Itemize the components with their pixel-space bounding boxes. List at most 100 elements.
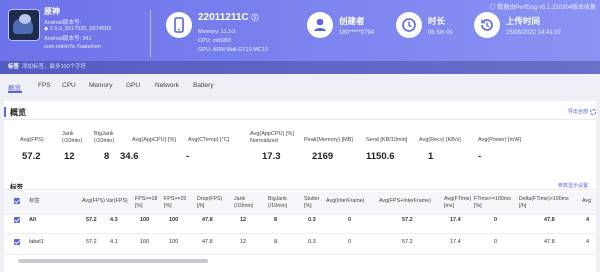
metric-value: 8 [104, 151, 110, 162]
metric-label: Peak(Memory) [MB] [304, 137, 353, 143]
table-cell: All [29, 217, 37, 223]
tab-gpu[interactable]: GPU [126, 82, 140, 89]
table-cell: 47.8 [544, 239, 555, 245]
column-header: Avg(InterFrame) [326, 198, 365, 204]
table-cell: 0 [494, 217, 498, 223]
metric-label: Avg(CTemp) [°C] [188, 137, 230, 143]
overview-title: 概览 [10, 108, 26, 117]
metric-value: 1 [428, 151, 434, 162]
column-header: Var(FPS) [106, 198, 128, 204]
app-name: 原神 [44, 7, 60, 16]
upload-title: 上传时间 [506, 16, 541, 26]
metric-label: Jank (/10min) [62, 131, 83, 144]
table-cell: 8 [274, 217, 278, 223]
column-header: FPS>=18 [%] [135, 196, 158, 209]
table-cell: 100 [140, 239, 150, 245]
device-model: 22011211C ⓘ [198, 12, 259, 23]
table-cell: 17.4 [450, 239, 461, 245]
metric-label: Avg(Recv) [KB/s] [419, 137, 461, 143]
column-header: Delta(FTime)>100ms [/h] [519, 196, 569, 209]
tab-cpu[interactable]: CPU [62, 82, 76, 89]
metric-label: Avg(Power) [mW] [478, 137, 521, 143]
table-cell: 57.2 [402, 217, 413, 223]
duration-value: 0h 5m 0s [428, 30, 453, 36]
tab-battery[interactable]: Battery [193, 82, 214, 89]
table-cell: 100 [140, 217, 150, 223]
row-checkbox[interactable] [14, 239, 20, 245]
export-all-button[interactable]: 导出全部 [568, 108, 588, 115]
table-cell: 100 [169, 217, 179, 223]
tag-bar: 标签 添加标签，最多100个字符 [0, 61, 600, 74]
table-cell: 0 [348, 217, 352, 223]
table-cell: 47.8 [544, 217, 555, 223]
table-cell: 100 [169, 239, 179, 245]
tag-label: 标签 [8, 64, 20, 70]
app-icon [8, 9, 40, 41]
column-header: Avg(FPS) [82, 198, 105, 204]
table-cell: 4.3 [110, 217, 118, 223]
row-divider [4, 254, 596, 255]
table-cell: 57.2 [86, 217, 97, 223]
column-header: FTime>=100ms [%] [474, 196, 511, 209]
table-cell: 47.8 [202, 239, 213, 245]
column-header: Avg [582, 198, 592, 204]
device-memory: Memory: 11.1G [198, 29, 236, 35]
table-cell: 0.3 [308, 217, 316, 223]
table-cell: 57.2 [86, 239, 97, 245]
horizontal-scrollbar[interactable] [18, 259, 208, 263]
app-info-line: Android版本号: 341 [44, 36, 92, 42]
table-cell: 17.4 [450, 217, 461, 223]
creator-title: 创建者 [339, 16, 365, 26]
column-header: Jank (/10min) [234, 196, 254, 209]
overview-panel: 概览 导出全部 Avg(FPS) 57.2 Jank (/10min) 12 B… [4, 101, 596, 272]
column-settings-button[interactable]: 参数显示设置 [558, 182, 588, 189]
metric-label: Avg(AppCPU) [%] [132, 137, 176, 143]
metric-value: - [186, 151, 190, 162]
column-header: BigJank (/10min) [268, 196, 288, 209]
app-info-line: Android版本号: [44, 20, 81, 26]
metric-value: 57.2 [22, 151, 41, 162]
row-divider [4, 233, 596, 234]
column-header: FPS>=25 [%] [164, 196, 187, 209]
creator-value: 180*****9794 [339, 30, 375, 36]
metric-label: Avg(FPS) [20, 137, 44, 143]
table-cell: 4 [586, 217, 590, 223]
table-cell: 0.3 [308, 239, 316, 245]
duration-title: 时长 [428, 16, 446, 26]
metric-value: - [478, 151, 482, 162]
active-tab-indicator [8, 91, 22, 93]
clock-icon [396, 12, 422, 38]
column-header: Drop(FPS) [/h] [197, 196, 223, 209]
tab-bar: 概览 FPS CPU Memory GPU Network Battery [0, 78, 600, 94]
column-header: 标签 [29, 198, 40, 204]
divider [150, 10, 151, 58]
table-cell: 12 [240, 239, 247, 245]
tag-input[interactable]: 添加标签，最多100个字符 [22, 61, 86, 74]
tab-fps[interactable]: FPS [38, 82, 51, 89]
select-all-checkbox[interactable] [14, 198, 20, 204]
version-note: ◎ 数据由PerfDog v5.1.220304版本收集 [489, 5, 596, 11]
metric-label: Avg(AppCPU) [%] Normalized [250, 131, 294, 144]
section-marker [4, 107, 6, 117]
device-cpu: CPU: mt6983 [198, 38, 232, 44]
divider [4, 189, 596, 190]
export-icon[interactable] [590, 109, 596, 115]
report-header: ◎ 数据由PerfDog v5.1.220304版本收集 原神 Android版… [0, 0, 600, 74]
table-cell: 0 [348, 239, 352, 245]
table-cell: 4.1 [110, 239, 118, 245]
info-icon[interactable]: ⓘ [251, 15, 258, 22]
metric-value: 12 [64, 151, 75, 162]
tab-network[interactable]: Network [155, 82, 179, 89]
upload-value: 15/03/2022 14:41:07 [506, 30, 562, 36]
metric-value: 34.6 [120, 151, 139, 162]
metric-label: BigJank (/10min) [94, 131, 115, 144]
column-header: Avg(FPS+InterFrame) [379, 198, 431, 204]
user-icon [307, 12, 333, 38]
column-header: Avg(FTime) [ms] [444, 196, 472, 209]
row-checkbox[interactable] [14, 217, 20, 223]
table-cell: 47.8 [202, 217, 213, 223]
metric-value: 1150.6 [366, 151, 395, 162]
table-cell: 4 [586, 239, 590, 245]
tab-memory[interactable]: Memory [89, 82, 112, 89]
app-info-line: ◆ 2.5.0_5517525_5674503 [44, 26, 111, 32]
